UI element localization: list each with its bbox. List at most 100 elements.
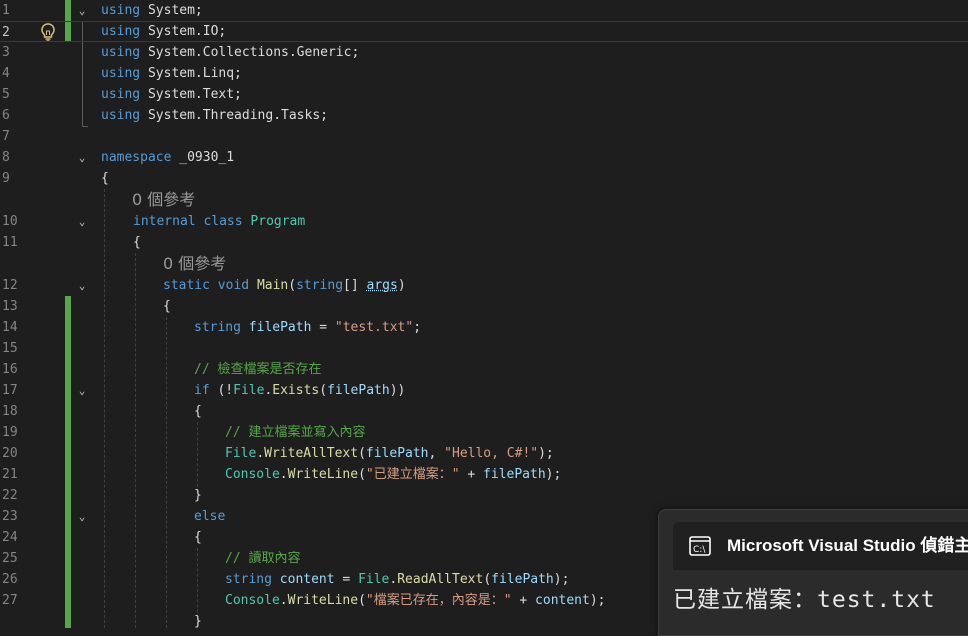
chevron-down-icon[interactable]: ⌄ [76,380,88,401]
line-number: 11 [2,235,18,250]
token: filePath [248,320,312,335]
token: namespace [101,150,172,165]
token: string [296,278,344,293]
token: { [101,171,109,186]
code-line[interactable]: 15 [0,338,968,359]
line-number: 14 [2,320,18,335]
console-title-bar[interactable]: C:\ Microsoft Visual Studio 偵錯主 [673,522,968,570]
code-line[interactable]: 17 ⌄ if (!File.Exists(filePath)) [0,380,968,401]
line-number: 17 [2,383,18,398]
code-line[interactable]: 8 ⌄ namespace _0930_1 [0,147,968,168]
line-number: 6 [2,108,10,123]
code-line[interactable]: 5 using System.Text; [0,84,968,105]
code-line[interactable]: 1 ⌄ using System; [0,0,968,21]
token: ); [545,467,562,482]
chevron-down-icon[interactable]: ⌄ [76,506,88,527]
token: ); [538,446,554,461]
token: // 讀取內容 [225,551,301,566]
token: } [194,614,202,629]
code-line[interactable]: 14 string filePath = "test.txt"; [0,317,968,338]
chevron-down-icon[interactable]: ⌄ [76,211,88,232]
token: // 檢查檔案是否存在 [194,362,322,377]
line-number: 1 [2,3,10,18]
code-line[interactable]: 4 using System.Linq; [0,63,968,84]
line-number: 25 [2,551,18,566]
line-number: 5 [2,87,10,102]
line-number: 9 [2,171,10,186]
token: System.Text; [140,87,242,102]
token: else [194,509,226,524]
token: using [101,108,141,123]
code-line[interactable]: 10 ⌄ internal class Program [0,211,968,232]
code-line[interactable]: 16 // 檢查檔案是否存在 [0,359,968,380]
code-line[interactable]: 21 Console.WriteLine("已建立檔案：" + filePath… [0,464,968,485]
code-line-current[interactable]: 2 using System.IO; [0,21,968,42]
token: filePath [327,383,390,398]
code-line[interactable]: 20 File.WriteAllText(filePath, "Hello, C… [0,443,968,464]
line-number: 21 [2,467,18,482]
code-line[interactable]: 3 using System.Collections.Generic; [0,42,968,63]
line-number: 7 [2,129,10,144]
token: = [334,572,359,587]
token: Program [250,214,306,229]
code-line[interactable]: 7 [0,126,968,147]
line-number: 2 [2,25,10,40]
chevron-down-icon[interactable]: ⌄ [76,0,88,21]
token: static [163,278,210,293]
code-line[interactable]: 11 { [0,232,968,253]
token: = [311,320,335,335]
code-line[interactable]: 22 } [0,485,968,506]
debug-console-window[interactable]: C:\ Microsoft Visual Studio 偵錯主 已建立檔案：te… [658,509,968,636]
token: { [194,404,202,419]
token: Console [225,467,280,482]
token: ); [589,593,606,608]
token: if [194,383,210,398]
console-output: 已建立檔案：test.txt [673,587,936,613]
token: WriteLine [287,467,359,482]
token: System; [140,3,203,18]
token: { [163,299,171,314]
token: internal [133,214,196,229]
token: ReadAllText [397,572,484,587]
token: "檔案已存在，內容是：" [365,593,512,608]
chevron-down-icon[interactable]: ⌄ [76,147,88,168]
token: ; [413,320,422,335]
code-line[interactable]: 18 { [0,401,968,422]
token: using [101,45,141,60]
token: ) [397,278,406,293]
line-number: 18 [2,404,18,419]
token: using [101,3,141,18]
console-app-icon: C:\ [689,536,711,556]
token: , [428,446,445,461]
chevron-down-icon[interactable]: ⌄ [76,275,88,296]
token: // 建立檔案並寫入內容 [225,425,366,440]
token: System.Linq; [140,66,242,81]
codelens-references[interactable]: 0 個參考 [163,253,226,275]
code-line[interactable]: 19 // 建立檔案並寫入內容 [0,422,968,443]
token: )) [389,383,406,398]
token: ( [319,383,328,398]
token: ( [358,467,366,482]
code-line[interactable]: 13 { [0,296,968,317]
line-number: 16 [2,362,18,377]
line-number: 22 [2,488,18,503]
line-number: 27 [2,593,18,608]
line-number: 3 [2,45,10,60]
token: ( [288,278,297,293]
token: filePath [483,467,546,482]
token: . [279,467,288,482]
codelens-references[interactable]: 0 個參考 [132,189,195,211]
token: content [535,593,590,608]
token: File [233,383,265,398]
console-title: Microsoft Visual Studio 偵錯主 [727,536,968,555]
token: WriteAllText [264,446,359,461]
code-line[interactable]: 9 { [0,168,968,189]
token: File [358,572,390,587]
svg-text:C:\: C:\ [693,545,706,555]
token: "test.txt" [334,320,414,335]
code-line[interactable]: 12 ⌄ static void Main(string[] args) [0,275,968,296]
token: [] [343,278,367,293]
code-line[interactable]: 6 using System.Threading.Tasks; [0,105,968,126]
